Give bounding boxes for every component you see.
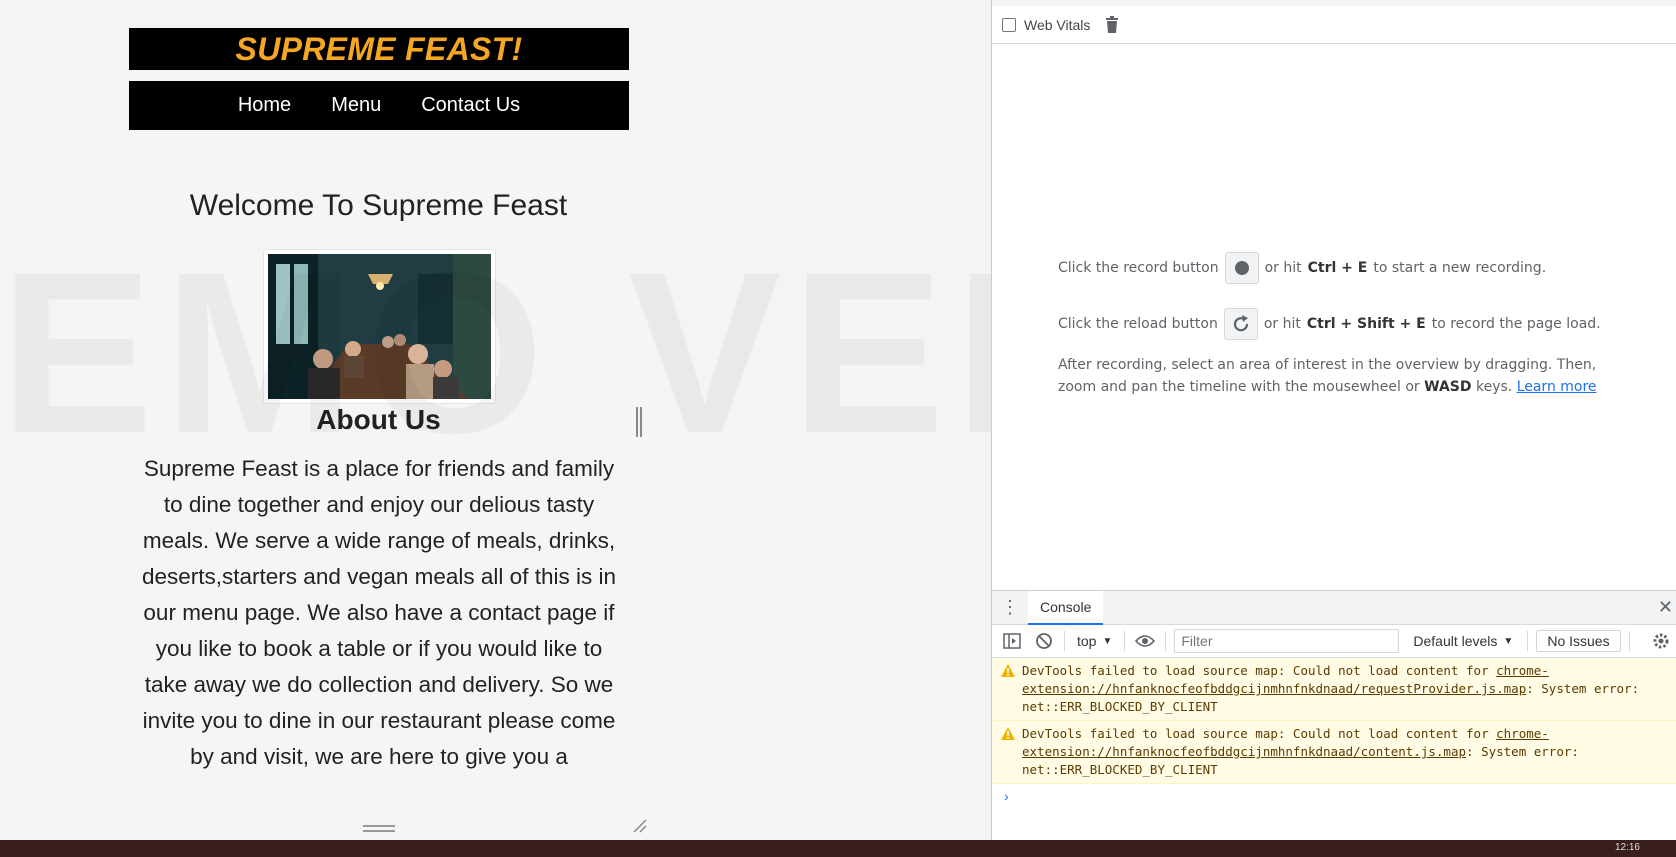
warning-text: DevTools failed to load source map: Coul…	[1022, 726, 1497, 741]
log-levels-select[interactable]: Default levels ▼	[1407, 633, 1519, 649]
devtools-panel: Web Vitals Click the record button or hi…	[991, 0, 1676, 840]
warning-icon	[1001, 727, 1015, 740]
emulated-device-screen: SUPREME FEAST! Home Menu Contact Us Welc…	[128, 27, 652, 840]
instructions-text-end: keys.	[1475, 379, 1513, 395]
reload-hint-prefix: Click the reload button	[1058, 316, 1218, 332]
about-paragraph: Supreme Feast is a place for friends and…	[142, 456, 616, 769]
record-button[interactable]	[1224, 252, 1259, 284]
performance-landing: Click the record button or hit Ctrl + E …	[992, 45, 1676, 590]
site-nav: Home Menu Contact Us	[129, 81, 629, 130]
issues-button[interactable]: No Issues	[1536, 630, 1621, 652]
nav-link-home[interactable]: Home	[238, 94, 291, 117]
reload-shortcut: Ctrl + Shift + E	[1306, 316, 1426, 332]
learn-more-link[interactable]: Learn more	[1517, 379, 1597, 395]
device-viewport: SUPREME FEAST! Home Menu Contact Us Welc…	[0, 0, 991, 840]
console-prompt[interactable]: ›	[992, 784, 1676, 808]
toolbar-divider	[1165, 631, 1167, 651]
tab-console[interactable]: Console	[1028, 590, 1104, 625]
reload-hint-mid: or hit	[1263, 316, 1301, 332]
nav-link-menu[interactable]: Menu	[331, 94, 381, 117]
recording-instructions: After recording, select an area of inter…	[1058, 354, 1618, 398]
chevron-down-icon: ▼	[1102, 635, 1113, 647]
trash-icon[interactable]	[1104, 15, 1120, 34]
wasd-keys: WASD	[1424, 379, 1472, 395]
about-heading: About Us	[316, 404, 441, 435]
taskbar-clock: 12:16	[1614, 842, 1640, 853]
context-select[interactable]: top ▼	[1073, 633, 1116, 649]
record-icon	[1234, 261, 1249, 275]
web-vitals-checkbox[interactable]	[1002, 17, 1016, 32]
toolbar-divider	[1527, 631, 1529, 651]
reload-hint-suffix: to record the page load.	[1431, 316, 1601, 332]
resize-corner-icon[interactable]	[632, 818, 648, 834]
console-toolbar: top ▼ Default levels ▼ No Issues	[992, 625, 1676, 658]
performance-toolbar: Web Vitals	[992, 6, 1676, 44]
toolbar-divider	[1628, 631, 1630, 651]
log-levels-value: Default levels	[1413, 633, 1498, 649]
sidebar-toggle-icon[interactable]	[1000, 629, 1024, 653]
site-header: SUPREME FEAST!	[129, 28, 629, 70]
os-taskbar: 12:16	[0, 840, 1676, 857]
warning-icon	[1001, 664, 1015, 677]
drawer-menu-icon[interactable]: ⋮	[992, 597, 1028, 618]
reload-hint: Click the reload button or hit Ctrl + Sh…	[1058, 308, 1601, 340]
filter-input[interactable]	[1174, 629, 1400, 653]
record-hint-suffix: to start a new recording.	[1373, 260, 1547, 276]
record-hint: Click the record button or hit Ctrl + E …	[1058, 252, 1546, 284]
context-value: top	[1077, 633, 1097, 649]
eye-icon[interactable]	[1133, 629, 1157, 653]
console-drawer: ⋮ Console ✕ top ▼ Default levels	[992, 590, 1676, 840]
drawer-tab-bar: ⋮ Console ✕	[992, 590, 1676, 625]
record-hint-prefix: Click the record button	[1058, 260, 1219, 276]
record-shortcut: Ctrl + E	[1307, 260, 1368, 276]
reload-icon	[1233, 315, 1248, 332]
console-warning: DevTools failed to load source map: Coul…	[992, 721, 1676, 784]
clear-console-icon[interactable]	[1032, 629, 1056, 653]
web-vitals-label: Web Vitals	[1024, 16, 1091, 33]
resize-handle-right[interactable]	[636, 407, 642, 437]
restaurant-photo	[268, 254, 491, 399]
record-hint-mid: or hit	[1264, 260, 1302, 276]
welcome-heading: Welcome To Supreme Feast	[189, 189, 568, 222]
gear-icon[interactable]	[1649, 629, 1673, 653]
nav-link-contact[interactable]: Contact Us	[421, 94, 520, 117]
toolbar-divider	[1064, 631, 1065, 651]
toolbar-divider	[1124, 631, 1126, 651]
site-title: SUPREME FEAST!	[235, 30, 523, 67]
reload-button[interactable]	[1223, 308, 1258, 340]
chevron-down-icon: ▼	[1503, 635, 1514, 647]
console-warning: DevTools failed to load source map: Coul…	[992, 658, 1676, 721]
close-icon[interactable]: ✕	[1658, 597, 1673, 618]
instructions-text: After recording, select an area of inter…	[1058, 357, 1597, 395]
resize-handle-bottom[interactable]	[363, 825, 395, 832]
hero-image-frame	[263, 249, 496, 404]
warning-text: DevTools failed to load source map: Coul…	[1022, 663, 1497, 678]
